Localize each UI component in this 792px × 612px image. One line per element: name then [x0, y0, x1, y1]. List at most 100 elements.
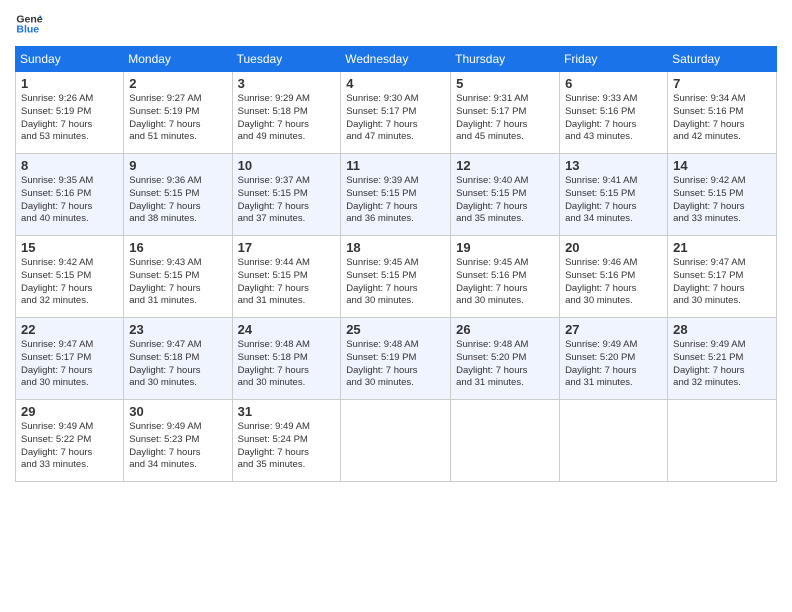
day-number: 14: [673, 158, 771, 173]
day-number: 21: [673, 240, 771, 255]
calendar-cell: 31 Sunrise: 9:49 AM Sunset: 5:24 PM Dayli…: [232, 400, 341, 482]
calendar-cell: 27 Sunrise: 9:49 AM Sunset: 5:20 PM Dayli…: [560, 318, 668, 400]
calendar-cell: 29 Sunrise: 9:49 AM Sunset: 5:22 PM Dayli…: [16, 400, 124, 482]
header: General Blue: [15, 10, 777, 38]
calendar-cell: 14 Sunrise: 9:42 AM Sunset: 5:15 PM Dayli…: [668, 154, 777, 236]
calendar-cell: 7 Sunrise: 9:34 AM Sunset: 5:16 PM Daylig…: [668, 72, 777, 154]
day-info: Sunrise: 9:30 AM Sunset: 5:17 PM Dayligh…: [346, 93, 445, 144]
day-number: 4: [346, 76, 445, 91]
calendar-cell: 3Sunrise: 9:29 AM Sunset: 5:18 PM Daylig…: [232, 72, 341, 154]
calendar-header-row: SundayMondayTuesdayWednesdayThursdayFrid…: [16, 47, 777, 72]
calendar-cell: [341, 400, 451, 482]
calendar-week-4: 22Sunrise: 9:47 AM Sunset: 5:17 PM Dayli…: [16, 318, 777, 400]
day-number: 6: [565, 76, 662, 91]
day-info: Sunrise: 9:45 AM Sunset: 5:15 PM Dayligh…: [346, 257, 445, 308]
day-info: Sunrise: 9:26 AM Sunset: 5:19 PM Dayligh…: [21, 93, 118, 144]
calendar-cell: 22Sunrise: 9:47 AM Sunset: 5:17 PM Dayli…: [16, 318, 124, 400]
day-number: 1: [21, 76, 118, 91]
calendar-cell: 18 Sunrise: 9:45 AM Sunset: 5:15 PM Dayli…: [341, 236, 451, 318]
logo-icon: General Blue: [15, 10, 43, 38]
col-header-thursday: Thursday: [451, 47, 560, 72]
day-number: 5: [456, 76, 554, 91]
calendar-cell: 11 Sunrise: 9:39 AM Sunset: 5:15 PM Dayli…: [341, 154, 451, 236]
calendar-cell: [560, 400, 668, 482]
calendar-cell: 20 Sunrise: 9:46 AM Sunset: 5:16 PM Dayli…: [560, 236, 668, 318]
calendar-cell: 15 Sunrise: 9:42 AM Sunset: 5:15 PM Dayli…: [16, 236, 124, 318]
day-info: Sunrise: 9:39 AM Sunset: 5:15 PM Dayligh…: [346, 175, 445, 226]
day-info: Sunrise: 9:47 AM Sunset: 5:17 PM Dayligh…: [673, 257, 771, 308]
day-info: Sunrise: 9:44 AM Sunset: 5:15 PM Dayligh…: [238, 257, 336, 308]
logo: General Blue: [15, 10, 47, 38]
day-info: Sunrise: 9:34 AM Sunset: 5:16 PM Dayligh…: [673, 93, 771, 144]
day-number: 27: [565, 322, 662, 337]
day-info: Sunrise: 9:42 AM Sunset: 5:15 PM Dayligh…: [673, 175, 771, 226]
calendar-cell: 23 Sunrise: 9:47 AM Sunset: 5:18 PM Dayli…: [124, 318, 232, 400]
calendar-cell: [451, 400, 560, 482]
calendar-cell: 12 Sunrise: 9:40 AM Sunset: 5:15 PM Dayli…: [451, 154, 560, 236]
calendar-cell: 21 Sunrise: 9:47 AM Sunset: 5:17 PM Dayli…: [668, 236, 777, 318]
day-number: 28: [673, 322, 771, 337]
day-number: 11: [346, 158, 445, 173]
calendar-cell: 4 Sunrise: 9:30 AM Sunset: 5:17 PM Daylig…: [341, 72, 451, 154]
calendar-cell: 13 Sunrise: 9:41 AM Sunset: 5:15 PM Dayli…: [560, 154, 668, 236]
calendar-cell: 28 Sunrise: 9:49 AM Sunset: 5:21 PM Dayli…: [668, 318, 777, 400]
day-info: Sunrise: 9:40 AM Sunset: 5:15 PM Dayligh…: [456, 175, 554, 226]
day-number: 20: [565, 240, 662, 255]
day-number: 2: [129, 76, 226, 91]
col-header-tuesday: Tuesday: [232, 47, 341, 72]
calendar-week-1: 1 Sunrise: 9:26 AM Sunset: 5:19 PM Daylig…: [16, 72, 777, 154]
day-info: Sunrise: 9:27 AM Sunset: 5:19 PM Dayligh…: [129, 93, 226, 144]
day-number: 13: [565, 158, 662, 173]
calendar-cell: 25Sunrise: 9:48 AM Sunset: 5:19 PM Dayli…: [341, 318, 451, 400]
col-header-wednesday: Wednesday: [341, 47, 451, 72]
col-header-monday: Monday: [124, 47, 232, 72]
day-info: Sunrise: 9:41 AM Sunset: 5:15 PM Dayligh…: [565, 175, 662, 226]
day-number: 7: [673, 76, 771, 91]
col-header-friday: Friday: [560, 47, 668, 72]
day-info: Sunrise: 9:45 AM Sunset: 5:16 PM Dayligh…: [456, 257, 554, 308]
calendar-cell: 6Sunrise: 9:33 AM Sunset: 5:16 PM Daylig…: [560, 72, 668, 154]
day-number: 19: [456, 240, 554, 255]
calendar-cell: 9 Sunrise: 9:36 AM Sunset: 5:15 PM Daylig…: [124, 154, 232, 236]
day-number: 23: [129, 322, 226, 337]
day-info: Sunrise: 9:49 AM Sunset: 5:24 PM Dayligh…: [238, 421, 336, 472]
day-info: Sunrise: 9:47 AM Sunset: 5:18 PM Dayligh…: [129, 339, 226, 390]
calendar-cell: [668, 400, 777, 482]
day-number: 9: [129, 158, 226, 173]
col-header-sunday: Sunday: [16, 47, 124, 72]
day-info: Sunrise: 9:35 AM Sunset: 5:16 PM Dayligh…: [21, 175, 118, 226]
col-header-saturday: Saturday: [668, 47, 777, 72]
day-info: Sunrise: 9:49 AM Sunset: 5:20 PM Dayligh…: [565, 339, 662, 390]
day-number: 18: [346, 240, 445, 255]
day-number: 8: [21, 158, 118, 173]
day-info: Sunrise: 9:29 AM Sunset: 5:18 PM Dayligh…: [238, 93, 336, 144]
day-number: 26: [456, 322, 554, 337]
day-number: 16: [129, 240, 226, 255]
calendar-week-2: 8 Sunrise: 9:35 AM Sunset: 5:16 PM Daylig…: [16, 154, 777, 236]
day-info: Sunrise: 9:49 AM Sunset: 5:21 PM Dayligh…: [673, 339, 771, 390]
day-number: 29: [21, 404, 118, 419]
day-info: Sunrise: 9:37 AM Sunset: 5:15 PM Dayligh…: [238, 175, 336, 226]
calendar-week-5: 29 Sunrise: 9:49 AM Sunset: 5:22 PM Dayli…: [16, 400, 777, 482]
calendar-table: SundayMondayTuesdayWednesdayThursdayFrid…: [15, 46, 777, 482]
day-info: Sunrise: 9:42 AM Sunset: 5:15 PM Dayligh…: [21, 257, 118, 308]
day-info: Sunrise: 9:48 AM Sunset: 5:19 PM Dayligh…: [346, 339, 445, 390]
day-number: 12: [456, 158, 554, 173]
calendar-cell: 30Sunrise: 9:49 AM Sunset: 5:23 PM Dayli…: [124, 400, 232, 482]
page-container: General Blue SundayMondayTuesdayWednesda…: [0, 0, 792, 492]
day-info: Sunrise: 9:46 AM Sunset: 5:16 PM Dayligh…: [565, 257, 662, 308]
calendar-cell: 26Sunrise: 9:48 AM Sunset: 5:20 PM Dayli…: [451, 318, 560, 400]
svg-text:Blue: Blue: [16, 23, 39, 35]
calendar-cell: 24Sunrise: 9:48 AM Sunset: 5:18 PM Dayli…: [232, 318, 341, 400]
day-number: 24: [238, 322, 336, 337]
day-number: 31: [238, 404, 336, 419]
calendar-cell: 5 Sunrise: 9:31 AM Sunset: 5:17 PM Daylig…: [451, 72, 560, 154]
day-info: Sunrise: 9:49 AM Sunset: 5:22 PM Dayligh…: [21, 421, 118, 472]
calendar-cell: 2 Sunrise: 9:27 AM Sunset: 5:19 PM Daylig…: [124, 72, 232, 154]
day-info: Sunrise: 9:31 AM Sunset: 5:17 PM Dayligh…: [456, 93, 554, 144]
day-info: Sunrise: 9:36 AM Sunset: 5:15 PM Dayligh…: [129, 175, 226, 226]
day-number: 10: [238, 158, 336, 173]
day-number: 15: [21, 240, 118, 255]
day-number: 17: [238, 240, 336, 255]
calendar-cell: 16Sunrise: 9:43 AM Sunset: 5:15 PM Dayli…: [124, 236, 232, 318]
